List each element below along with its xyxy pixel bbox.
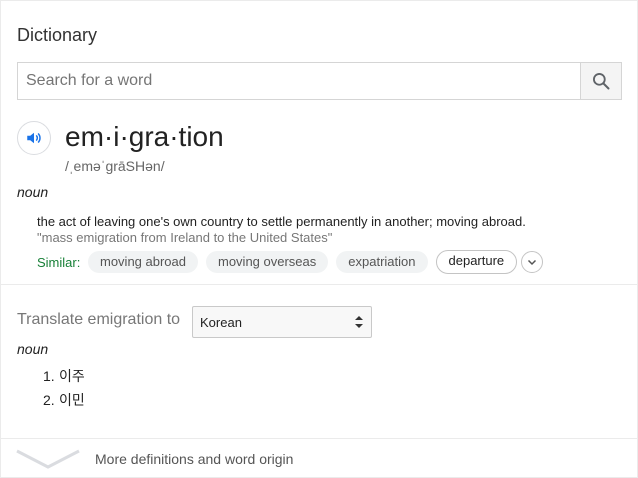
translation-list: 1. 이주 2. 이민 <box>43 367 85 415</box>
translation-text: 이민 <box>59 392 85 408</box>
headword: em·i·gra·tion <box>65 121 224 152</box>
translation-number: 1. <box>43 368 55 384</box>
chevron-down-icon[interactable] <box>15 447 81 471</box>
dictionary-title: Dictionary <box>17 25 98 45</box>
similar-chip-expatriation[interactable]: expatriation <box>336 251 428 273</box>
dictionary-card: Dictionary em·i·gra·tion /ˌeməˈɡrāSHən/ … <box>0 0 638 478</box>
part-of-speech: noun <box>17 184 49 200</box>
section-divider <box>1 284 637 285</box>
translate-label: Translate emigration to <box>17 311 181 328</box>
select-arrows-icon <box>355 316 363 328</box>
translation-part-of-speech: noun <box>17 341 49 357</box>
translation-number: 2. <box>43 392 55 408</box>
speaker-icon <box>27 132 41 144</box>
definition-text: the act of leaving one's own country to … <box>37 214 526 229</box>
phonetic-spelling: /ˌeməˈɡrāSHən/ <box>65 158 165 174</box>
section-divider <box>1 438 637 439</box>
language-select[interactable]: Korean <box>192 306 372 338</box>
similar-chip-departure[interactable]: departure <box>435 250 518 274</box>
chevron-down-icon <box>528 259 537 266</box>
search-box <box>17 62 622 100</box>
expand-similar-button[interactable] <box>521 251 544 273</box>
translation-text: 이주 <box>59 368 85 384</box>
search-icon <box>593 73 610 90</box>
similar-words: moving abroad moving overseas expatriati… <box>88 250 544 274</box>
similar-label: Similar: <box>37 255 81 270</box>
pronunciation-audio-button[interactable] <box>17 121 51 155</box>
translation-item: 1. 이주 <box>43 367 85 391</box>
translation-item: 2. 이민 <box>43 391 85 415</box>
search-button[interactable] <box>580 63 621 99</box>
example-sentence: "mass emigration from Ireland to the Uni… <box>37 230 333 245</box>
search-input[interactable] <box>18 63 582 99</box>
more-definitions-link[interactable]: More definitions and word origin <box>95 451 293 467</box>
similar-chip-moving-abroad[interactable]: moving abroad <box>88 251 198 273</box>
similar-chip-moving-overseas[interactable]: moving overseas <box>206 251 329 273</box>
language-select-value: Korean <box>200 315 242 330</box>
